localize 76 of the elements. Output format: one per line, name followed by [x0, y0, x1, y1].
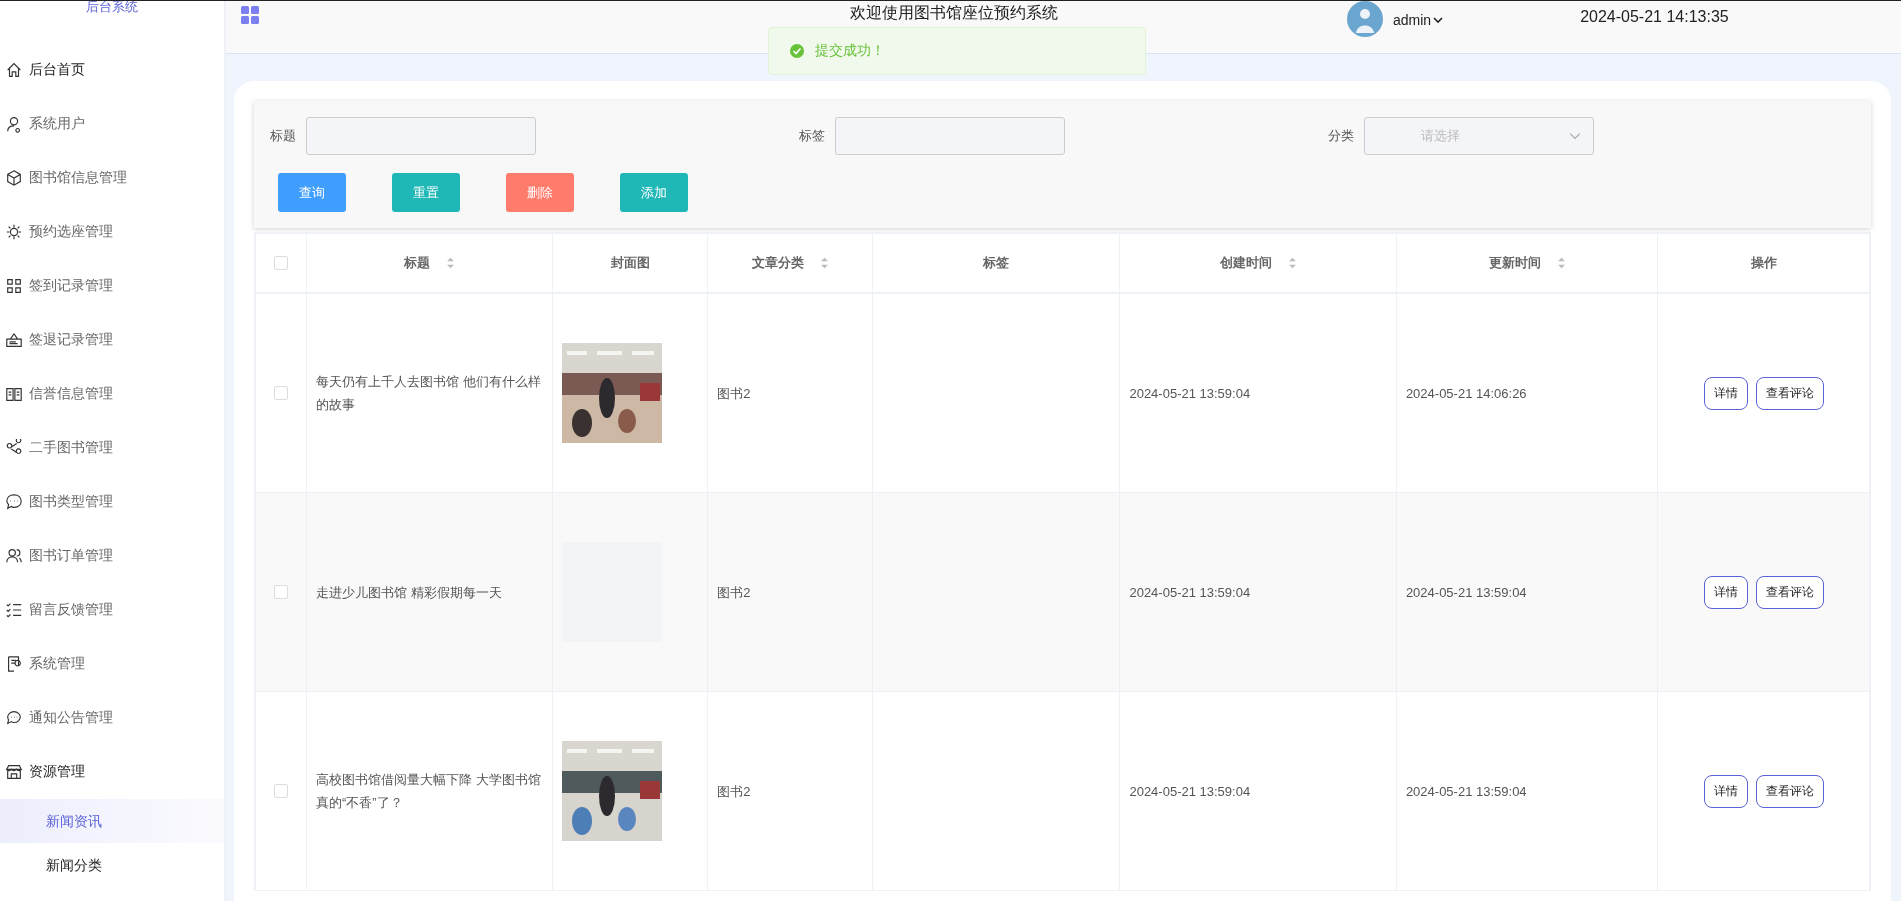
- sidebar-item[interactable]: 后台首页: [0, 43, 224, 97]
- toast-message: 提交成功！: [815, 42, 885, 60]
- column-header: 封面图: [610, 254, 650, 272]
- sidebar-item[interactable]: 通知公告管理: [0, 691, 224, 745]
- sidebar-item[interactable]: 签到记录管理: [0, 259, 224, 313]
- caret-icon: [1433, 15, 1444, 25]
- table-cell-text: 图书2: [717, 384, 751, 403]
- filter-label: 标题: [270, 127, 296, 145]
- column-header: 创建时间: [1219, 254, 1272, 272]
- column-header: 更新时间: [1488, 254, 1541, 272]
- table-cell-text: 2024-05-21 14:06:26: [1405, 384, 1527, 403]
- users-icon: [5, 547, 23, 565]
- share-icon: [5, 439, 23, 457]
- sidebar-subitem[interactable]: 新闻资讯: [0, 799, 224, 843]
- column-header: 操作: [1750, 254, 1777, 272]
- table-cell-text: 2024-05-21 13:59:04: [1129, 384, 1251, 403]
- store-icon: [5, 763, 23, 781]
- table-cell-text: 每天仍有上千人去图书馆 他们有什么样的故事: [315, 373, 542, 414]
- sidebar-item[interactable]: 图书馆信息管理: [0, 151, 224, 205]
- sidebar-item[interactable]: 资源管理: [0, 745, 224, 799]
- document-icon: [5, 655, 23, 673]
- input-field[interactable]: [306, 117, 536, 155]
- sign-icon: [5, 331, 23, 349]
- row-action-button[interactable]: 详情: [1703, 774, 1748, 808]
- table-cell-text: 2024-05-21 13:59:04: [1405, 583, 1527, 602]
- user-icon: [5, 115, 23, 133]
- list-icon: [5, 601, 23, 619]
- table-cell-text: 2024-05-21 13:59:04: [1405, 782, 1527, 801]
- sort-icon[interactable]: [819, 257, 829, 269]
- cube-icon: [5, 169, 23, 187]
- column-header: 文章分类: [751, 254, 804, 272]
- sidebar-item[interactable]: 系统管理: [0, 637, 224, 691]
- sort-icon[interactable]: [1556, 257, 1566, 269]
- datetime: 2024-05-21 14:13:35: [1580, 8, 1729, 26]
- table-cell-text: 2024-05-21 13:59:04: [1129, 782, 1251, 801]
- menu-icon[interactable]: [240, 5, 260, 25]
- checkbox[interactable]: [273, 585, 288, 599]
- chat-icon: [5, 709, 23, 727]
- header-title: 欢迎使用图书馆座位预约系统: [850, 3, 1059, 23]
- table-cell-text: 高校图书馆借阅量大幅下降 大学图书馆真的“不香”了？: [315, 771, 542, 812]
- sort-icon[interactable]: [1287, 257, 1297, 269]
- checkbox[interactable]: [273, 784, 288, 798]
- row-action-button[interactable]: 查看评论: [1755, 774, 1824, 808]
- sidebar-subitem[interactable]: 新闻分类: [0, 843, 224, 887]
- home-icon: [5, 61, 23, 79]
- filter-label: 分类: [1328, 127, 1354, 145]
- check-icon: [789, 43, 805, 59]
- checkbox[interactable]: [273, 256, 288, 270]
- sort-icon[interactable]: [446, 257, 456, 269]
- row-action-button[interactable]: 详情: [1703, 575, 1748, 609]
- sidebar-item[interactable]: 预约选座管理: [0, 205, 224, 259]
- sidebar-item[interactable]: 二手图书管理: [0, 421, 224, 475]
- chevron-icon: [1569, 130, 1581, 142]
- row-action-button[interactable]: 查看评论: [1755, 575, 1824, 609]
- book-icon: [5, 385, 23, 403]
- sidebar-item[interactable]: 图书订单管理: [0, 529, 224, 583]
- table-cell-text: 图书2: [717, 583, 751, 602]
- sidebar-item[interactable]: 留言反馈管理: [0, 583, 224, 637]
- sidebar-item[interactable]: 信誉信息管理: [0, 367, 224, 421]
- row-action-button[interactable]: 详情: [1703, 376, 1748, 410]
- chat-icon: [5, 493, 23, 511]
- user-menu[interactable]: admin: [1393, 11, 1444, 29]
- grid-icon: [5, 277, 23, 295]
- sidebar-item[interactable]: 图书类型管理: [0, 475, 224, 529]
- table-cell-text: 2024-05-21 13:59:04: [1129, 583, 1251, 602]
- row-action-button[interactable]: 查看评论: [1755, 376, 1824, 410]
- table-cell-text: 图书2: [717, 782, 751, 801]
- column-header: 标签: [983, 254, 1010, 272]
- column-header: 标题: [404, 254, 431, 272]
- sidebar-item[interactable]: 系统用户: [0, 97, 224, 151]
- checkbox[interactable]: [273, 386, 288, 400]
- input-field[interactable]: [835, 117, 1065, 155]
- filter-label: 标签: [799, 127, 825, 145]
- sidebar-item[interactable]: 签退记录管理: [0, 313, 224, 367]
- table-cell-text: 走进少儿图书馆 精彩假期每一天: [315, 583, 502, 602]
- avatar-icon[interactable]: [1347, 1, 1383, 37]
